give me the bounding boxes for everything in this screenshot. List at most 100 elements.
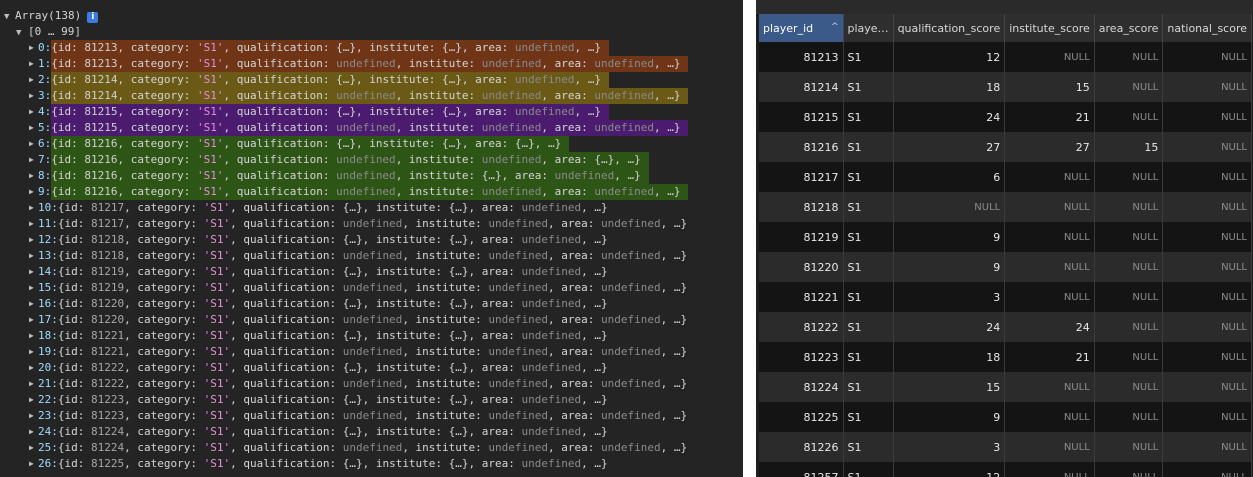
table-cell[interactable]: 15 [1004,72,1095,102]
table-cell[interactable]: 81219 [759,222,844,252]
console-row[interactable]: ▶ 5: {id: 81215, category: 'S1', qualific… [0,120,743,136]
table-cell[interactable]: NULL [1094,72,1164,102]
console-row[interactable]: ▶ 12: {id: 81218, category: 'S1', qualifi… [0,232,743,248]
table-cell[interactable]: 81214 [759,72,844,102]
row-object[interactable]: {id: 81214, category: 'S1', qualificatio… [51,72,610,88]
table-row[interactable]: 81257 S1 12 NULL NULL NULL [759,462,1253,477]
table-cell[interactable]: NULL [893,192,1006,222]
row-object[interactable]: {id: 81225, category: 'S1', qualificatio… [58,456,616,472]
table-cell[interactable]: 6 [893,162,1006,192]
expand-right-icon[interactable]: ▶ [29,104,34,120]
console-row[interactable]: ▶ 19: {id: 81221, category: 'S1', qualifi… [0,344,743,360]
console-row[interactable]: ▶ 15: {id: 81219, category: 'S1', qualifi… [0,280,743,296]
console-row[interactable]: ▶ 8: {id: 81216, category: 'S1', qualific… [0,168,743,184]
expand-right-icon[interactable]: ▶ [29,408,34,424]
column-header-4[interactable]: institute_score [1004,14,1095,42]
table-cell[interactable]: NULL [1094,102,1164,132]
expand-right-icon[interactable]: ▶ [29,392,34,408]
table-cell[interactable]: NULL [1162,342,1253,372]
table-row[interactable]: 81222 S1 24 24 NULL NULL [759,312,1253,342]
table-cell[interactable]: 81220 [759,252,844,282]
row-object[interactable]: {id: 81213, category: 'S1', qualificatio… [51,56,689,72]
console-row[interactable]: ▶ 7: {id: 81216, category: 'S1', qualific… [0,152,743,168]
row-object[interactable]: {id: 81216, category: 'S1', qualificatio… [51,136,570,152]
expand-right-icon[interactable]: ▶ [29,248,34,264]
console-row[interactable]: ▶ 1: {id: 81213, category: 'S1', qualific… [0,56,743,72]
table-cell[interactable]: 81218 [759,192,844,222]
table-cell[interactable]: NULL [1162,372,1253,402]
array-header[interactable]: ▼ Array(138) i [4,8,99,24]
console-row[interactable]: ▶ 10: {id: 81217, category: 'S1', qualifi… [0,200,743,216]
expand-right-icon[interactable]: ▶ [29,456,34,472]
row-object[interactable]: {id: 81224, category: 'S1', qualificatio… [58,424,616,440]
expand-right-icon[interactable]: ▶ [29,376,34,392]
table-cell[interactable]: S1 [843,42,894,72]
console-row[interactable]: ▶ 20: {id: 81222, category: 'S1', qualifi… [0,360,743,376]
table-cell[interactable]: NULL [1094,312,1164,342]
table-row[interactable]: 81223 S1 18 21 NULL NULL [759,342,1253,372]
expand-right-icon[interactable]: ▶ [29,360,34,376]
table-cell[interactable]: 15 [1094,132,1164,162]
table-cell[interactable]: 81216 [759,132,844,162]
table-cell[interactable]: NULL [1162,132,1253,162]
table-cell[interactable]: 81225 [759,402,844,432]
table-cell[interactable]: S1 [843,192,894,222]
table-cell[interactable]: 81226 [759,432,844,462]
table-cell[interactable]: S1 [843,402,894,432]
console-row[interactable]: ▶ 26: {id: 81225, category: 'S1', qualifi… [0,456,743,472]
table-row[interactable]: 81224 S1 15 NULL NULL NULL [759,372,1253,402]
table-cell[interactable]: NULL [1004,42,1095,72]
table-row[interactable]: 81221 S1 3 NULL NULL NULL [759,282,1253,312]
row-object[interactable]: {id: 81218, category: 'S1', qualificatio… [58,248,695,264]
table-cell[interactable]: 3 [893,432,1006,462]
table-cell[interactable]: NULL [1094,192,1164,222]
row-object[interactable]: {id: 81217, category: 'S1', qualificatio… [58,200,616,216]
table-cell[interactable]: NULL [1162,402,1253,432]
expand-down-icon[interactable]: ▼ [16,25,28,41]
info-icon[interactable]: i [87,12,99,23]
table-cell[interactable]: 81222 [759,312,844,342]
console-row[interactable]: ▶ 25: {id: 81224, category: 'S1', qualifi… [0,440,743,456]
table-cell[interactable]: 12 [893,42,1006,72]
row-object[interactable]: {id: 81221, category: 'S1', qualificatio… [58,328,616,344]
table-cell[interactable]: NULL [1162,312,1253,342]
table-cell[interactable]: NULL [1162,102,1253,132]
table-cell[interactable]: NULL [1162,72,1253,102]
row-object[interactable]: {id: 81215, category: 'S1', qualificatio… [51,104,610,120]
row-object[interactable]: {id: 81217, category: 'S1', qualificatio… [58,216,695,232]
row-object[interactable]: {id: 81214, category: 'S1', qualificatio… [51,88,689,104]
table-cell[interactable]: NULL [1094,222,1164,252]
table-row[interactable]: 81225 S1 9 NULL NULL NULL [759,402,1253,432]
table-cell[interactable]: S1 [843,222,894,252]
table-cell[interactable]: NULL [1004,282,1095,312]
table-cell[interactable]: 81221 [759,282,844,312]
expand-right-icon[interactable]: ▶ [29,120,34,136]
table-cell[interactable]: S1 [843,342,894,372]
table-cell[interactable]: 81224 [759,372,844,402]
table-cell[interactable]: S1 [843,102,894,132]
console-row[interactable]: ▶ 17: {id: 81220, category: 'S1', qualifi… [0,312,743,328]
table-cell[interactable]: S1 [843,252,894,282]
table-cell[interactable]: NULL [1004,222,1095,252]
table-cell[interactable]: 81257 [759,462,844,477]
expand-right-icon[interactable]: ▶ [29,440,34,456]
table-row[interactable]: 81220 S1 9 NULL NULL NULL [759,252,1253,282]
console-row[interactable]: ▶ 18: {id: 81221, category: 'S1', qualifi… [0,328,743,344]
table-cell[interactable]: 81217 [759,162,844,192]
console-row[interactable]: ▶ 6: {id: 81216, category: 'S1', qualific… [0,136,743,152]
table-cell[interactable]: 15 [893,372,1006,402]
row-object[interactable]: {id: 81223, category: 'S1', qualificatio… [58,408,695,424]
expand-right-icon[interactable]: ▶ [29,168,34,184]
expand-right-icon[interactable]: ▶ [29,312,34,328]
table-cell[interactable]: 18 [893,72,1006,102]
table-cell[interactable]: NULL [1004,192,1095,222]
table-cell[interactable]: NULL [1162,432,1253,462]
table-cell[interactable]: 9 [893,402,1006,432]
table-cell[interactable]: S1 [843,72,894,102]
expand-right-icon[interactable]: ▶ [29,264,34,280]
table-row[interactable]: 81226 S1 3 NULL NULL NULL [759,432,1253,462]
row-object[interactable]: {id: 81223, category: 'S1', qualificatio… [58,392,616,408]
row-object[interactable]: {id: 81220, category: 'S1', qualificatio… [58,312,695,328]
table-row[interactable]: 81217 S1 6 NULL NULL NULL [759,162,1253,192]
console-row[interactable]: ▶ 21: {id: 81222, category: 'S1', qualifi… [0,376,743,392]
